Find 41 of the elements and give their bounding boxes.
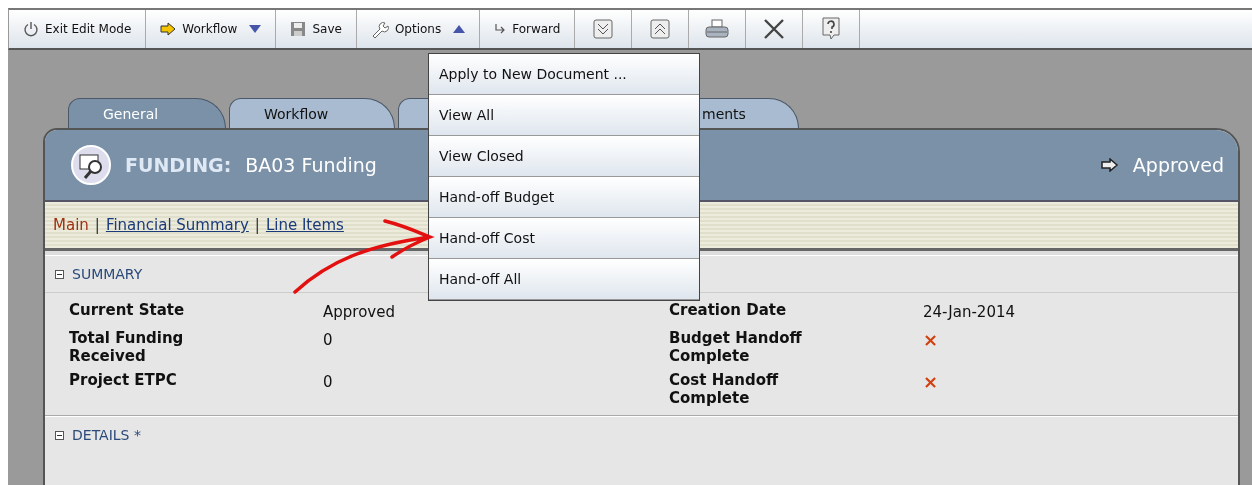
double-up-icon xyxy=(650,19,671,39)
field-label: Total Funding Received xyxy=(69,329,185,365)
record-title: BA03 Funding xyxy=(245,154,377,176)
field-value: 0 xyxy=(323,373,333,391)
help-icon xyxy=(821,17,842,41)
field-label: Budget Handoff Complete xyxy=(669,329,803,365)
record-status: Approved xyxy=(1132,154,1224,176)
field-label: Cost Handoff Complete xyxy=(669,371,780,407)
forward-arrow-icon xyxy=(494,23,507,35)
section-title: DETAILS * xyxy=(72,427,141,443)
field-label: Project ETPC xyxy=(69,371,178,391)
collapse-toggle[interactable] xyxy=(55,430,64,440)
field-label: Current State xyxy=(69,301,186,321)
arrow-icon xyxy=(160,22,177,36)
toolbar-button[interactable]: Save xyxy=(276,10,357,48)
field-value: 24-Jan-2014 xyxy=(923,303,1016,321)
tab[interactable]: Workflow xyxy=(229,98,395,128)
separator: | xyxy=(254,216,260,234)
field-value: Approved xyxy=(323,303,395,321)
close-icon xyxy=(763,18,786,40)
toolbar-button[interactable]: Exit Edit Mode xyxy=(9,10,147,48)
arrow-icon xyxy=(1100,158,1119,172)
collapse-toggle[interactable] xyxy=(55,269,64,279)
separator: | xyxy=(94,216,100,234)
field-value: 0 xyxy=(323,331,333,349)
section-title: SUMMARY xyxy=(72,266,143,282)
power-icon xyxy=(23,21,39,37)
document-search-icon xyxy=(71,145,111,185)
record-type: FUNDING: xyxy=(125,154,232,176)
section-link[interactable]: Line Items xyxy=(265,216,344,234)
section-link[interactable]: Financial Summary xyxy=(105,216,249,234)
toolbar-button[interactable]: Options xyxy=(356,10,481,48)
wrench-icon xyxy=(370,20,389,38)
toolbar-button[interactable]: Workflow xyxy=(146,10,277,48)
section-link[interactable]: Main xyxy=(53,216,89,234)
cross-mark: × xyxy=(923,371,939,392)
toolbar-button[interactable]: Forward xyxy=(480,10,576,48)
cross-mark: × xyxy=(923,329,939,350)
double-down-icon xyxy=(593,19,614,39)
field-label: Creation Date xyxy=(669,301,788,321)
printer-icon xyxy=(705,19,730,39)
